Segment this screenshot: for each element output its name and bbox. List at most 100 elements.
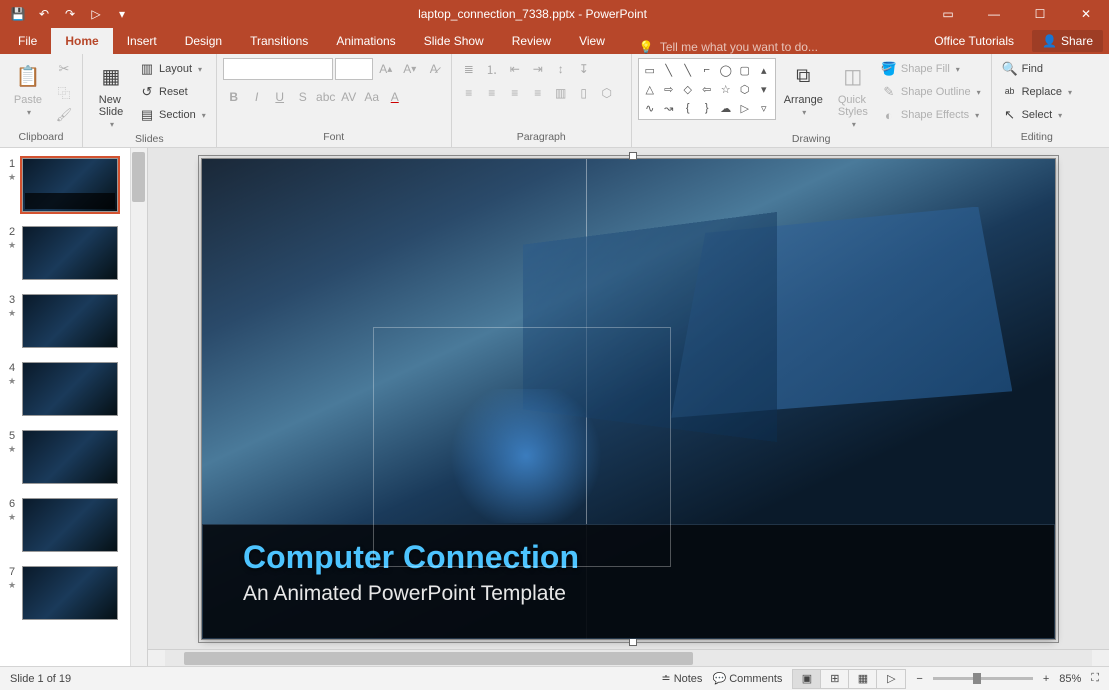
columns-button[interactable]: ▥ (550, 82, 572, 104)
zoom-in-button[interactable]: + (1043, 673, 1049, 685)
zoom-level[interactable]: 85% (1059, 673, 1081, 685)
select-button[interactable]: ↖Select▾ (998, 104, 1076, 126)
shape-triangle-icon[interactable]: △ (641, 80, 659, 98)
paste-button[interactable]: 📋 Paste▾ (6, 58, 50, 119)
align-text-button[interactable]: ▯ (573, 82, 595, 104)
zoom-slider[interactable] (933, 677, 1033, 680)
align-right-button[interactable]: ≡ (504, 82, 526, 104)
shape-diamond-icon[interactable]: ◇ (679, 80, 697, 98)
minimize-button[interactable]: — (971, 0, 1017, 28)
slide-canvas[interactable]: Computer Connection An Animated PowerPoi… (202, 159, 1055, 639)
shape-arrow2-icon[interactable]: ⇦ (698, 80, 716, 98)
normal-view-button[interactable]: ▣ (793, 670, 821, 688)
underline-button[interactable]: U (269, 86, 291, 108)
shapes-gallery[interactable]: ▭ ╲ ╲ ⌐ ◯ ▢ ▴ △ ⇨ ◇ ⇦ ☆ ⬡ ▾ ∿ ↝ { } ☁ ▷ (638, 58, 776, 120)
format-painter-button[interactable]: 🖌 (52, 104, 76, 126)
shape-freeform-icon[interactable]: ↝ (660, 99, 678, 117)
shape-brace-icon[interactable]: { (679, 99, 697, 117)
horizontal-scroll-thumb[interactable] (184, 652, 694, 665)
undo-button[interactable]: ↶ (32, 2, 56, 26)
zoom-handle[interactable] (973, 673, 981, 684)
text-direction-button[interactable]: ↧ (573, 58, 595, 80)
tab-insert[interactable]: Insert (113, 28, 171, 54)
slide-thumbnail-6[interactable]: 6★ (0, 494, 147, 562)
shape-curve-icon[interactable]: ∿ (641, 99, 659, 117)
section-button[interactable]: ▤Section▾ (135, 104, 210, 126)
share-button[interactable]: 👤Share (1032, 30, 1103, 52)
align-left-button[interactable]: ≡ (458, 82, 480, 104)
slide-thumbnail-5[interactable]: 5★ (0, 426, 147, 494)
tab-review[interactable]: Review (498, 28, 565, 54)
shape-effects-button[interactable]: ◐Shape Effects▾ (877, 104, 985, 126)
slide-thumbnail-2[interactable]: 2★ (0, 222, 147, 290)
reading-view-button[interactable]: ▦ (849, 670, 877, 688)
change-case-button[interactable]: Aa (361, 86, 383, 108)
ribbon-options-button[interactable]: ▭ (925, 0, 971, 28)
decrease-indent-button[interactable]: ⇤ (504, 58, 526, 80)
shape-fill-button[interactable]: 🪣Shape Fill▾ (877, 58, 985, 80)
shadow-button[interactable]: abc (315, 86, 337, 108)
maximize-button[interactable]: ☐ (1017, 0, 1063, 28)
increase-indent-button[interactable]: ⇥ (527, 58, 549, 80)
shape-action-icon[interactable]: ▷ (736, 99, 754, 117)
slide-thumbnail-7[interactable]: 7★ (0, 562, 147, 630)
tab-home[interactable]: Home (51, 28, 112, 54)
shape-callout-icon[interactable]: ☁ (717, 99, 735, 117)
qat-customize-button[interactable]: ▾ (110, 2, 134, 26)
slide-canvas-area[interactable]: Computer Connection An Animated PowerPoi… (148, 148, 1109, 649)
arrange-button[interactable]: ⧉ Arrange▾ (778, 58, 829, 119)
close-button[interactable]: ✕ (1063, 0, 1109, 28)
horizontal-scrollbar[interactable] (148, 649, 1109, 666)
thumbnails-scroll-thumb[interactable] (132, 152, 145, 202)
cut-button[interactable]: ✂ (52, 58, 76, 80)
gallery-up-icon[interactable]: ▴ (755, 61, 773, 79)
shape-line2-icon[interactable]: ╲ (679, 61, 697, 79)
tell-me-search[interactable]: 💡 Tell me what you want to do... (619, 40, 920, 54)
find-button[interactable]: 🔍Find (998, 58, 1076, 80)
shape-line-icon[interactable]: ╲ (660, 61, 678, 79)
shape-connector-icon[interactable]: ⌐ (698, 61, 716, 79)
shape-arrow-icon[interactable]: ⇨ (660, 80, 678, 98)
font-size-combo[interactable] (335, 58, 373, 80)
shape-hex-icon[interactable]: ⬡ (736, 80, 754, 98)
replace-button[interactable]: ᵃᵇReplace▾ (998, 81, 1076, 103)
gallery-down-icon[interactable]: ▾ (755, 80, 773, 98)
slide-subtitle-text[interactable]: An Animated PowerPoint Template (243, 582, 1014, 606)
strikethrough-button[interactable]: S (292, 86, 314, 108)
bold-button[interactable]: B (223, 86, 245, 108)
thumbnails-scrollbar[interactable] (130, 148, 147, 666)
shape-square-icon[interactable]: ▢ (736, 61, 754, 79)
shape-rectangle-icon[interactable]: ▭ (641, 61, 659, 79)
clear-formatting-button[interactable]: A̷ (423, 58, 445, 80)
italic-button[interactable]: I (246, 86, 268, 108)
slide-thumbnail-4[interactable]: 4★ (0, 358, 147, 426)
slide-thumbnail-1[interactable]: 1★ (0, 154, 147, 222)
tab-animations[interactable]: Animations (322, 28, 409, 54)
slide-title-box[interactable]: Computer Connection An Animated PowerPoi… (202, 524, 1055, 639)
line-spacing-button[interactable]: ↕ (550, 58, 572, 80)
fit-to-window-button[interactable]: ⛶ (1091, 672, 1099, 685)
numbering-button[interactable]: ⒈ (481, 58, 503, 80)
shape-outline-button[interactable]: ✎Shape Outline▾ (877, 81, 985, 103)
justify-button[interactable]: ≡ (527, 82, 549, 104)
slide-thumbnail-3[interactable]: 3★ (0, 290, 147, 358)
new-slide-button[interactable]: ▦ New Slide▾ (89, 58, 133, 131)
tab-view[interactable]: View (565, 28, 619, 54)
slideshow-view-button[interactable]: ▷ (877, 670, 905, 688)
tab-file[interactable]: File (4, 28, 51, 54)
save-button[interactable]: 💾 (6, 2, 30, 26)
sorter-view-button[interactable]: ⊞ (821, 670, 849, 688)
reset-button[interactable]: ↺Reset (135, 81, 210, 103)
office-tutorials-link[interactable]: Office Tutorials (920, 28, 1028, 54)
bullets-button[interactable]: ≣ (458, 58, 480, 80)
increase-font-button[interactable]: A▴ (375, 58, 397, 80)
tab-transitions[interactable]: Transitions (236, 28, 322, 54)
char-spacing-button[interactable]: AV (338, 86, 360, 108)
font-family-combo[interactable] (223, 58, 333, 80)
start-slideshow-button[interactable]: ▷ (84, 2, 108, 26)
font-color-button[interactable]: A (384, 86, 406, 108)
comments-button[interactable]: 💬 Comments (712, 672, 782, 685)
gallery-more-icon[interactable]: ▿ (755, 99, 773, 117)
layout-button[interactable]: ▥Layout▾ (135, 58, 210, 80)
zoom-out-button[interactable]: − (916, 673, 922, 685)
